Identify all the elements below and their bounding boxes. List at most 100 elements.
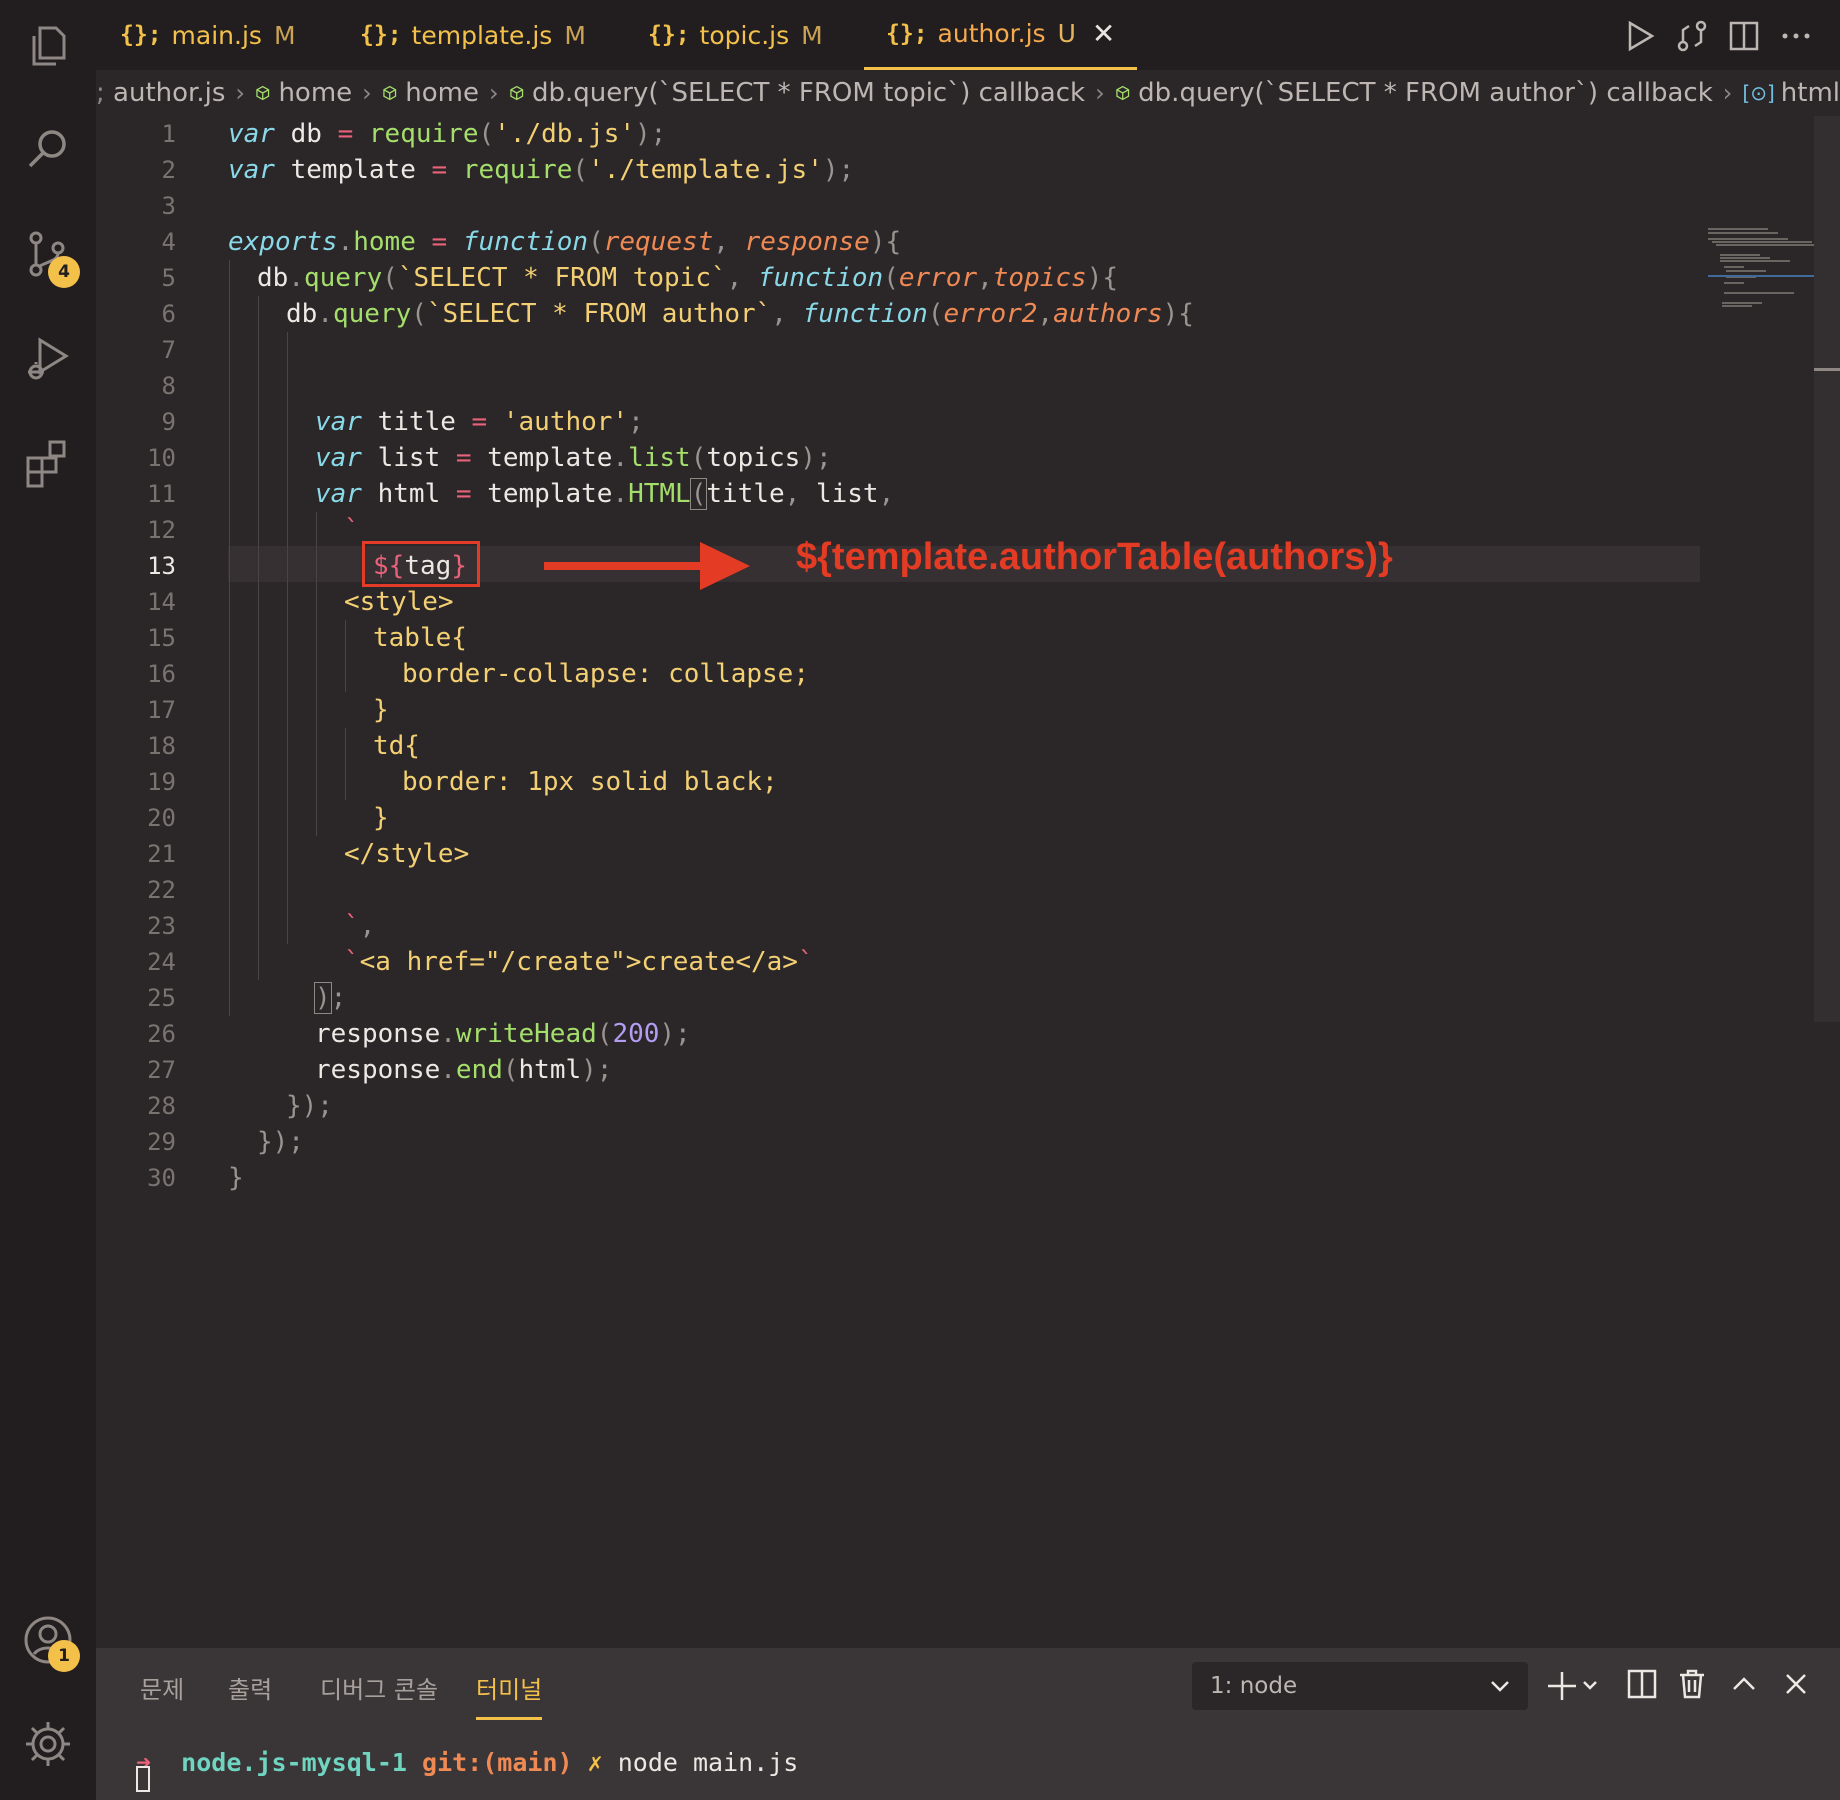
code-line-20: } [373,803,389,833]
tab-status: M [273,20,296,50]
line-number: 23 [147,912,176,940]
line-number: 21 [147,840,176,868]
line-number: 17 [147,696,176,724]
code-editor[interactable]: 1 2 3 4 5 6 7 8 9 10 11 12 13 14 15 16 17 18 19 20 21 22 23 24 2… [96,116,1840,1648]
annotation-text: ${template.authorTable(authors)} [796,536,1393,578]
explorer-icon[interactable] [20,20,76,76]
line-number: 15 [147,624,176,652]
js-file-icon: {}; [886,20,928,47]
line-number: 9 [161,408,176,436]
tab-debug-console[interactable]: 디버그 콘솔 [320,1670,438,1705]
method-cube-icon [383,85,396,101]
code-line-6: db.query(`SELECT * FROM author`, functio… [286,299,1194,329]
split-terminal-icon[interactable] [1626,1668,1658,1700]
breadcrumb-item[interactable]: html [1781,78,1840,108]
code-line-27: response.end(html); [315,1055,613,1085]
scm-badge: 4 [48,256,80,288]
code-line-9: var title = 'author'; [315,407,644,437]
line-number: 29 [147,1128,176,1156]
code-line-4: exports.home = function(request, respons… [228,227,902,257]
breadcrumb-item[interactable]: db.query(`SELECT * FROM topic`) callback [532,78,1085,108]
tab-main-js[interactable]: {}; main.js M [120,0,296,70]
tab-problems[interactable]: 문제 [140,1670,184,1705]
indent-guide [287,332,288,944]
line-number: 22 [147,876,176,904]
js-file-icon: {}; [120,22,162,48]
search-icon[interactable] [20,122,76,178]
tab-template-js[interactable]: {}; template.js M [360,0,586,70]
breadcrumb-item[interactable]: db.query(`SELECT * FROM author`) callbac… [1138,78,1713,108]
code-line-5: db.query(`SELECT * FROM topic`, function… [257,263,1119,293]
line-number: 28 [147,1092,176,1120]
tab-status: M [564,20,586,50]
code-line-29: }); [257,1127,304,1157]
line-number: 24 [147,948,176,976]
run-icon[interactable] [1622,18,1658,54]
bottom-panel: 문제 출력 디버그 콘솔 터미널 1: node ➜ node.js-mysql… [96,1648,1840,1800]
tab-label: author.js [937,19,1046,48]
code-line-15: table{ [373,623,467,653]
code-line-17: } [373,695,389,725]
tab-status: M [801,20,823,50]
indent-guide [345,620,346,692]
line-number: 1 [161,120,176,148]
code-line-26: response.writeHead(200); [315,1019,691,1049]
tab-terminal[interactable]: 터미널 [476,1670,543,1720]
line-number: 19 [147,768,176,796]
tab-label: main.js [171,20,262,50]
tab-topic-js[interactable]: {}; topic.js M [648,0,823,70]
terminal-select[interactable]: 1: node [1192,1662,1528,1710]
code-line-24: `<a href="/create">create</a>` [344,947,814,977]
line-number: 20 [147,804,176,832]
breadcrumb-item[interactable]: home [278,78,352,108]
more-actions-icon[interactable] [1778,18,1814,54]
tab-label: template.js [411,20,553,50]
editor-scrollbar[interactable] [1814,116,1840,1022]
highlight-box [362,541,480,587]
editor-tabs: {}; main.js M {}; template.js M {}; topi… [96,0,1840,70]
code-line-30: } [228,1163,244,1193]
new-terminal-icon[interactable] [1546,1670,1602,1702]
line-number: 12 [147,516,176,544]
code-line-16: border-collapse: collapse; [402,659,809,689]
indent-guide [345,728,346,800]
line-number: 4 [161,228,176,256]
run-debug-icon[interactable] [20,330,76,386]
breadcrumb-item[interactable]: home [405,78,479,108]
line-number: 3 [161,192,176,220]
variable-icon: [⊙] [1742,81,1775,105]
js-file-icon: {}; [360,22,402,48]
code-line-12: ` [344,515,360,545]
breadcrumb: ; author.js › home › home › db.query(`SE… [96,70,1840,116]
code-line-23: `, [344,911,376,941]
method-cube-icon [256,85,270,101]
breadcrumb-file[interactable]: ; author.js [96,78,225,108]
chevron-up-icon[interactable] [1728,1668,1760,1700]
terminal-prompt[interactable]: ➜ node.js-mysql-1 git:(main) ✗ node main… [136,1748,798,1777]
line-number: 26 [147,1020,176,1048]
line-number: 14 [147,588,176,616]
tab-label: topic.js [699,20,790,50]
trash-icon[interactable] [1676,1668,1708,1700]
terminal-cursor [136,1766,150,1792]
line-number: 30 [147,1164,176,1192]
settings-gear-icon[interactable] [20,1716,76,1772]
extensions-icon[interactable] [20,434,76,490]
tab-output[interactable]: 출력 [228,1670,272,1705]
code-line-18: td{ [373,731,420,761]
close-icon[interactable] [1780,1668,1812,1700]
split-editor-icon[interactable] [1726,18,1762,54]
line-number: 25 [147,984,176,1012]
tab-author-js[interactable]: {}; author.js U ✕ [864,0,1138,70]
compare-changes-icon[interactable] [1674,18,1710,54]
line-number: 2 [161,156,176,184]
line-number: 10 [147,444,176,472]
code-line-25: ); [314,982,347,1014]
code-line-10: var list = template.list(topics); [315,443,832,473]
line-number: 6 [161,300,176,328]
code-line-11: var html = template.HTML(title, list, [315,478,895,510]
line-number: 11 [147,480,176,508]
close-tab-icon[interactable]: ✕ [1092,17,1115,50]
line-number: 7 [161,336,176,364]
line-number: 16 [147,660,176,688]
